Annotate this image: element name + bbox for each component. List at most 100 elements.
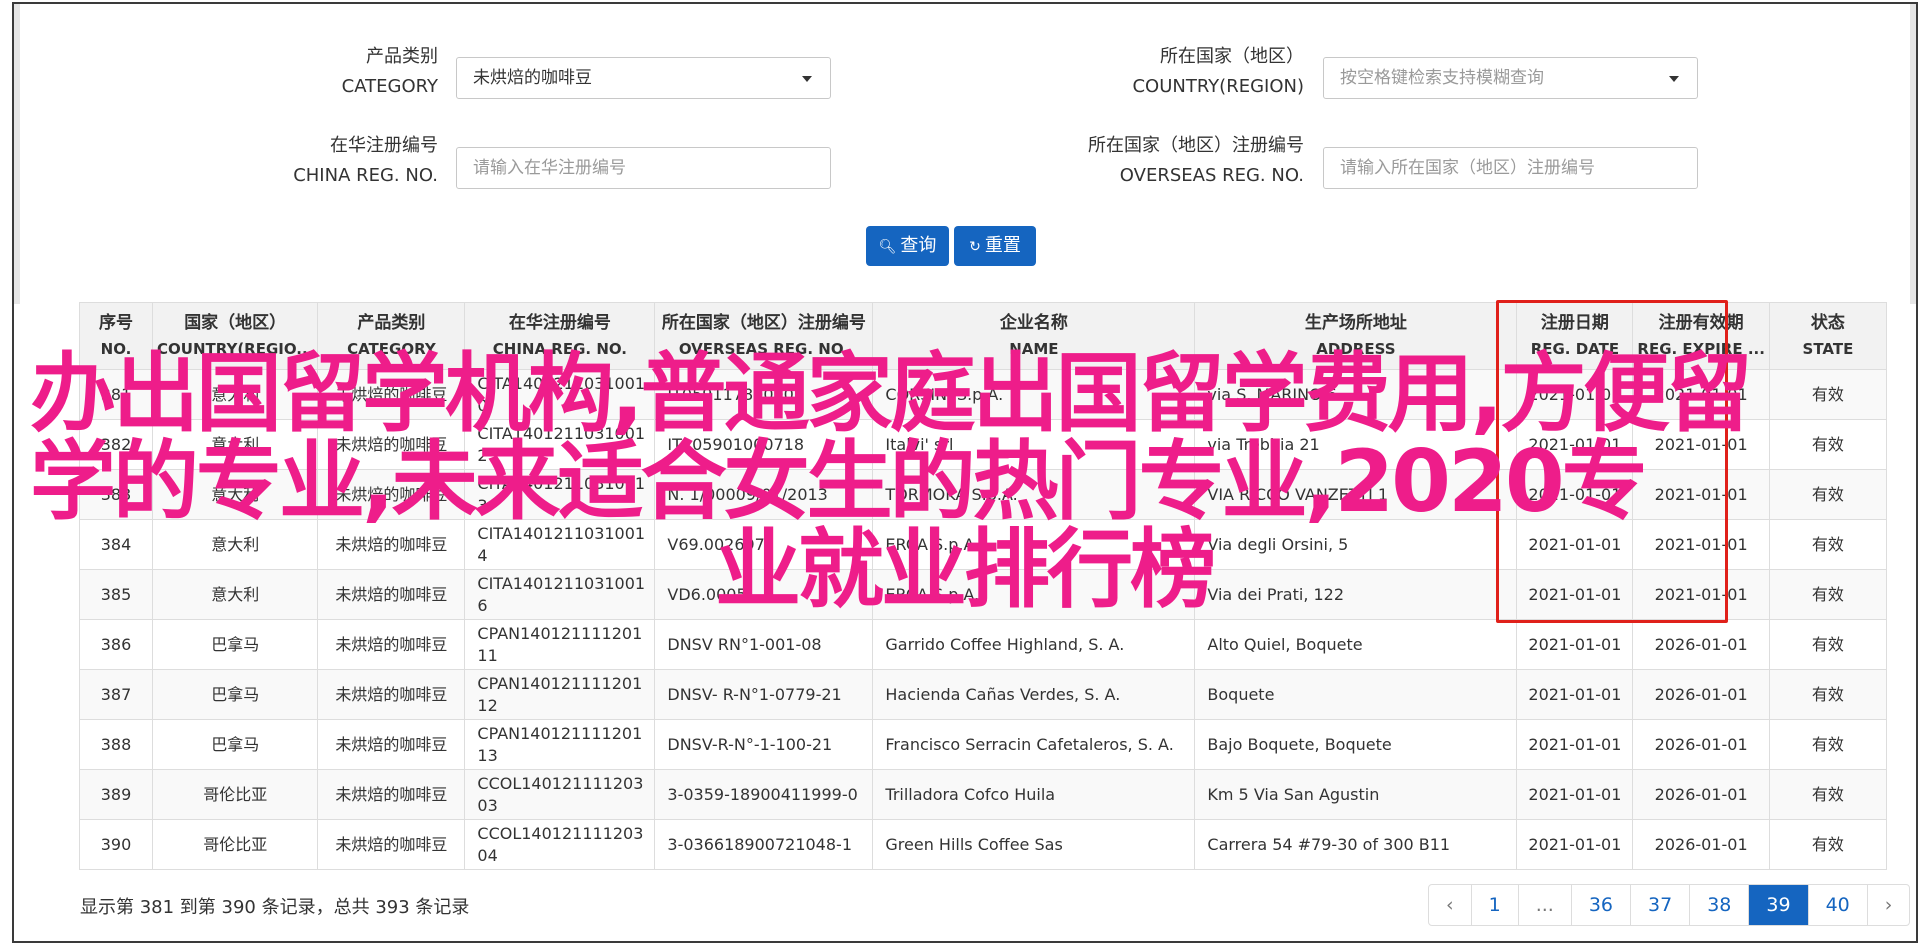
chevron-down-icon — [802, 76, 812, 82]
reset-button[interactable]: ↻ 重置 — [954, 226, 1036, 266]
header-name-cn: 企业名称 — [999, 313, 1068, 333]
overlay-line-3: 业就业排行榜 — [715, 520, 1216, 620]
cell-expire: 2026-01-01 — [1632, 619, 1770, 670]
category-select[interactable]: 未烘焙的咖啡豆 — [456, 57, 831, 99]
category-label-cn: 产品类别 — [366, 46, 438, 67]
cell-overseas-reg: 3-036618900721048-1 — [654, 819, 874, 870]
cell-overseas-reg: DNSV-R-N°-1-100-21 — [654, 719, 874, 770]
header-category-cn: 产品类别 — [357, 313, 426, 333]
cell-name: Green Hills Coffee Sas — [872, 819, 1196, 870]
overlay-line-2: 学的专业,未来适合女生的热门专业,2020专 — [30, 432, 1648, 532]
cell-country: 哥伦比亚 — [151, 819, 319, 870]
cell-address: Alto Quiel, Boquete — [1194, 619, 1518, 670]
cell-address: Boquete — [1194, 669, 1518, 720]
cell-no: 389 — [79, 769, 153, 820]
cell-expire: 2026-01-01 — [1632, 719, 1770, 770]
cell-expire: 2026-01-01 — [1632, 769, 1770, 820]
cell-reg-date: 2021-01-01 — [1516, 819, 1634, 870]
page-button[interactable]: 1 — [1470, 885, 1518, 925]
cell-china-reg: CPAN14012111120111 — [464, 619, 656, 670]
cell-overseas-reg: DNSV RN°1-001-08 — [654, 619, 874, 670]
page-next-button[interactable]: › — [1866, 885, 1910, 925]
record-summary: 显示第 381 到第 390 条记录，总共 393 条记录 — [80, 897, 470, 918]
table-row[interactable]: 390 哥伦比亚 未烘焙的咖啡豆 CCOL14012111120304 3-03… — [79, 819, 1887, 870]
cell-reg-date: 2021-01-01 — [1516, 719, 1634, 770]
cell-name: Trilladora Cofco Huila — [872, 769, 1196, 820]
cell-no: 386 — [79, 619, 153, 670]
reset-button-label: 重置 — [984, 235, 1021, 256]
cell-china-reg: CPAN14012111120112 — [464, 669, 656, 720]
query-button[interactable]: 🔍︎ 查询 — [866, 226, 949, 266]
page-button[interactable]: 36 — [1570, 885, 1630, 925]
cell-state: 有效 — [1768, 669, 1887, 720]
page-prev-button[interactable]: ‹ — [1429, 885, 1471, 925]
cell-name: Hacienda Cañas Verdes, S. A. — [872, 669, 1196, 720]
category-select-value: 未烘焙的咖啡豆 — [473, 68, 592, 88]
page-button-active[interactable]: 39 — [1748, 885, 1808, 925]
country-select[interactable]: 按空格键检索支持模糊查询 — [1323, 57, 1698, 99]
page-button[interactable]: 40 — [1807, 885, 1867, 925]
overseas-reg-placeholder: 请输入所在国家（地区）注册编号 — [1340, 158, 1595, 178]
china-reg-label-cn: 在华注册编号 — [330, 135, 438, 156]
header-address-cn: 生产场所地址 — [1304, 313, 1407, 333]
cell-country: 巴拿马 — [151, 619, 319, 670]
table-row[interactable]: 388 巴拿马 未烘焙的咖啡豆 CPAN14012111120113 DNSV-… — [79, 719, 1887, 770]
table-row[interactable]: 386 巴拿马 未烘焙的咖啡豆 CPAN14012111120111 DNSV … — [79, 619, 1887, 670]
cell-reg-date: 2021-01-01 — [1516, 619, 1634, 670]
overseas-reg-input[interactable]: 请输入所在国家（地区）注册编号 — [1323, 147, 1698, 189]
category-label-en: CATEGORY — [341, 76, 438, 97]
overseas-reg-label: 所在国家（地区）注册编号 OVERSEAS REG. NO. — [1000, 131, 1304, 191]
cell-state: 有效 — [1768, 769, 1887, 820]
cell-reg-date: 2021-01-01 — [1516, 769, 1634, 820]
cell-country: 哥伦比亚 — [151, 769, 319, 820]
cell-china-reg: CPAN14012111120113 — [464, 719, 656, 770]
page-ellipsis: ... — [1517, 885, 1571, 925]
overlay-line-1: 办出国留学机构,普通家庭出国留学费用,方便留 — [30, 344, 1752, 444]
table-row[interactable]: 389 哥伦比亚 未烘焙的咖啡豆 CCOL14012111120303 3-03… — [79, 769, 1887, 820]
cell-state: 有效 — [1768, 719, 1887, 770]
table-row[interactable]: 387 巴拿马 未烘焙的咖啡豆 CPAN14012111120112 DNSV-… — [79, 669, 1887, 720]
pagination: ‹ 1 ... 36 37 38 39 40 › — [1428, 884, 1911, 926]
china-reg-input[interactable]: 请输入在华注册编号 — [456, 147, 831, 189]
header-country-cn: 国家（地区） — [184, 313, 287, 333]
overlay-caption: 办出国留学机构,普通家庭出国留学费用,方便留 学的专业,未来适合女生的热门专业,… — [30, 350, 1830, 614]
cell-no: 390 — [79, 819, 153, 870]
header-state-cn: 状态 — [1810, 313, 1845, 333]
category-label: 产品类别 CATEGORY — [300, 42, 438, 102]
left-scroll-track — [14, 4, 20, 304]
cell-name: Garrido Coffee Highland, S. A. — [872, 619, 1196, 670]
cell-category: 未烘焙的咖啡豆 — [317, 619, 466, 670]
country-label: 所在国家（地区） COUNTRY(REGION) — [1060, 42, 1304, 102]
overseas-reg-label-en: OVERSEAS REG. NO. — [1119, 165, 1304, 186]
china-reg-label-en: CHINA REG. NO. — [293, 165, 438, 186]
china-reg-placeholder: 请输入在华注册编号 — [473, 158, 626, 178]
country-label-en: COUNTRY(REGION) — [1132, 76, 1304, 97]
cell-category: 未烘焙的咖啡豆 — [317, 719, 466, 770]
cell-overseas-reg: 3-0359-18900411999-0 — [654, 769, 874, 820]
cell-category: 未烘焙的咖啡豆 — [317, 769, 466, 820]
cell-country: 巴拿马 — [151, 719, 319, 770]
cell-overseas-reg: DNSV- R-N°1-0779-21 — [654, 669, 874, 720]
cell-no: 387 — [79, 669, 153, 720]
cell-china-reg: CCOL14012111120303 — [464, 769, 656, 820]
header-overseas-reg-cn: 所在国家（地区）注册编号 — [661, 313, 866, 333]
overseas-reg-label-cn: 所在国家（地区）注册编号 — [1088, 135, 1304, 156]
search-icon: 🔍︎ — [878, 239, 897, 255]
china-reg-label: 在华注册编号 CHINA REG. NO. — [250, 131, 438, 191]
cell-category: 未烘焙的咖啡豆 — [317, 669, 466, 720]
cell-expire: 2026-01-01 — [1632, 669, 1770, 720]
right-scroll-track — [1910, 4, 1916, 304]
chevron-down-icon — [1669, 76, 1679, 82]
country-label-cn: 所在国家（地区） — [1160, 46, 1304, 67]
cell-address: Bajo Boquete, Boquete — [1194, 719, 1518, 770]
page-button[interactable]: 37 — [1630, 885, 1689, 925]
cell-reg-date: 2021-01-01 — [1516, 669, 1634, 720]
refresh-icon: ↻ — [969, 239, 981, 255]
cell-category: 未烘焙的咖啡豆 — [317, 819, 466, 870]
cell-name: Francisco Serracin Cafetaleros, S. A. — [872, 719, 1196, 770]
cell-no: 388 — [79, 719, 153, 770]
page-button[interactable]: 38 — [1689, 885, 1748, 925]
cell-address: Carrera 54 #79-30 of 300 B11 — [1194, 819, 1518, 870]
cell-state: 有效 — [1768, 819, 1887, 870]
header-china-reg-cn: 在华注册编号 — [508, 313, 611, 333]
